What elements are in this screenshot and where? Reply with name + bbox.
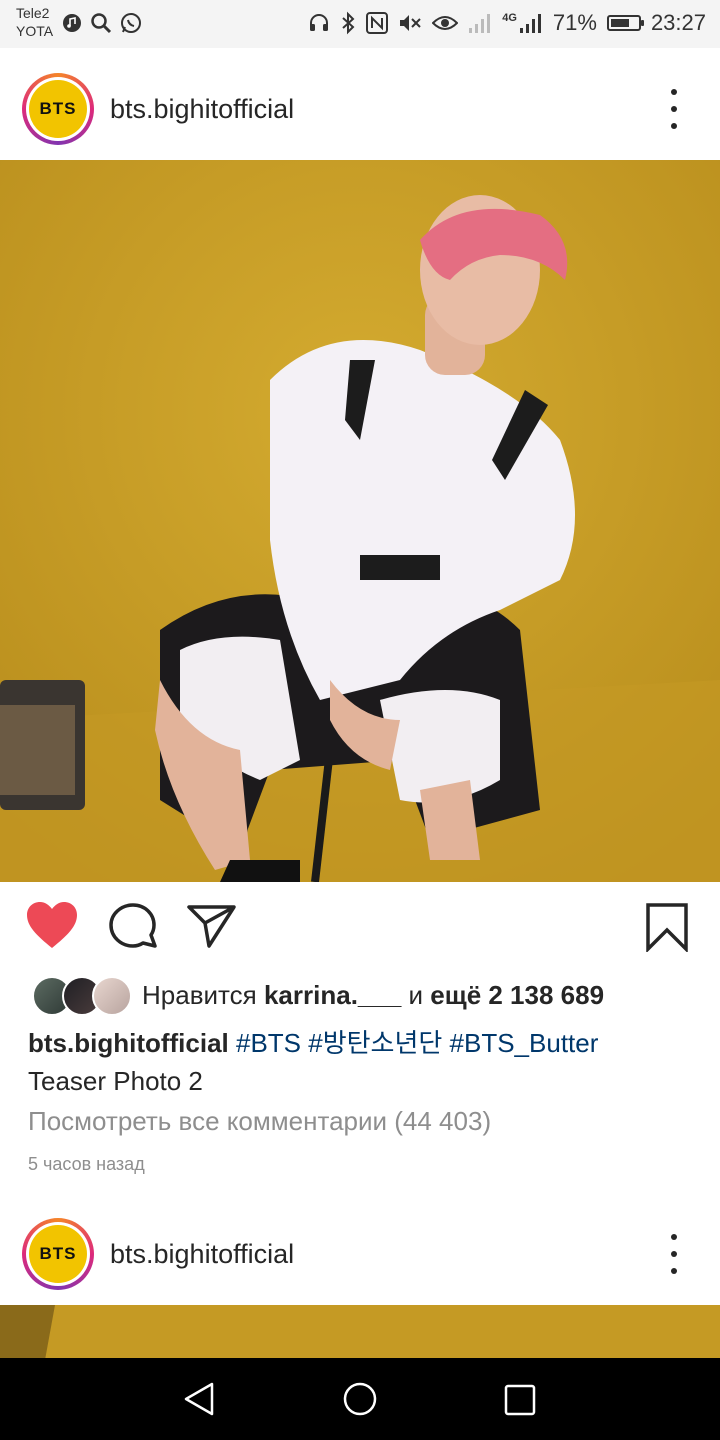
mute-icon: [400, 15, 421, 31]
battery-level-fill: [610, 19, 630, 27]
status-bar: Tele2 YOTA 4G 71% 23:27: [0, 0, 720, 48]
post-timestamp: 5 часов назад: [28, 1154, 145, 1174]
likes-joiner: и: [408, 979, 424, 1010]
share-icon[interactable]: [186, 902, 238, 950]
comment-icon[interactable]: [108, 902, 158, 950]
clock: 23:27: [650, 10, 706, 35]
carrier-labels: Tele2 YOTA: [16, 4, 53, 40]
post-photo[interactable]: [0, 160, 720, 882]
notification-icons: [62, 12, 142, 34]
network-type-label: 4G: [502, 12, 517, 24]
next-post-username[interactable]: bts.bighitofficial: [110, 1239, 294, 1270]
caption-text: Teaser Photo 2: [28, 1066, 203, 1096]
signal-icon: [469, 14, 491, 33]
view-all-comments-link[interactable]: Посмотреть все комментарии (44 403): [28, 1106, 491, 1137]
post-caption: bts.bighitofficial #BTS #방탄소년단 #BTS_Butt…: [28, 1024, 708, 1100]
likes-row[interactable]: Нравится karrina.___ и ещё 2 138 689: [28, 975, 604, 1016]
recents-icon[interactable]: [503, 1383, 537, 1417]
avatar: BTS: [29, 80, 87, 138]
photo-illustration: [0, 160, 720, 882]
avatar-story-ring[interactable]: BTS: [22, 1218, 94, 1290]
system-indicators: 4G 71% 23:27: [308, 10, 706, 36]
liker-avatar: [92, 976, 132, 1016]
post-header: BTS bts.bighitofficial: [0, 53, 720, 165]
more-options-icon[interactable]: [664, 89, 684, 129]
carrier-2: YOTA: [16, 23, 54, 39]
post-action-bar: [0, 884, 720, 974]
eye-icon: [432, 16, 459, 30]
caption-username[interactable]: bts.bighitofficial: [28, 1028, 229, 1058]
more-options-icon[interactable]: [664, 1234, 684, 1274]
likes-prefix: Нравится: [142, 979, 257, 1010]
carrier-1: Tele2: [16, 5, 50, 21]
likes-count[interactable]: ещё 2 138 689: [430, 980, 604, 1010]
avatar: BTS: [29, 1225, 87, 1283]
heart-liked-icon[interactable]: [26, 902, 78, 950]
music-icon: [63, 14, 81, 32]
bookmark-icon[interactable]: [644, 902, 690, 952]
nfc-icon: [366, 12, 389, 34]
next-post-photo[interactable]: [0, 1305, 720, 1360]
next-post-header: BTS bts.bighitofficial: [0, 1198, 720, 1310]
bluetooth-icon: [342, 11, 355, 35]
post-username[interactable]: bts.bighitofficial: [110, 94, 294, 125]
system-navigation-bar: [0, 1358, 720, 1440]
liker-avatars: [28, 976, 132, 1016]
liked-by-username[interactable]: karrina.___: [264, 980, 401, 1010]
search-icon: [91, 13, 112, 34]
caption-hashtags[interactable]: #BTS #방탄소년단 #BTS_Butter: [236, 1028, 598, 1058]
back-icon[interactable]: [182, 1382, 218, 1416]
likes-text: Нравится karrina.___ и ещё 2 138 689: [142, 980, 604, 1011]
avatar-story-ring[interactable]: BTS: [22, 73, 94, 145]
whatsapp-icon: [121, 13, 141, 33]
battery-icon: [606, 15, 644, 31]
battery-percent: 71%: [552, 10, 597, 35]
headset-icon: [310, 14, 329, 31]
home-icon[interactable]: [342, 1381, 378, 1417]
next-photo-illustration: [0, 1305, 720, 1360]
signal-4g-icon: [519, 14, 541, 33]
